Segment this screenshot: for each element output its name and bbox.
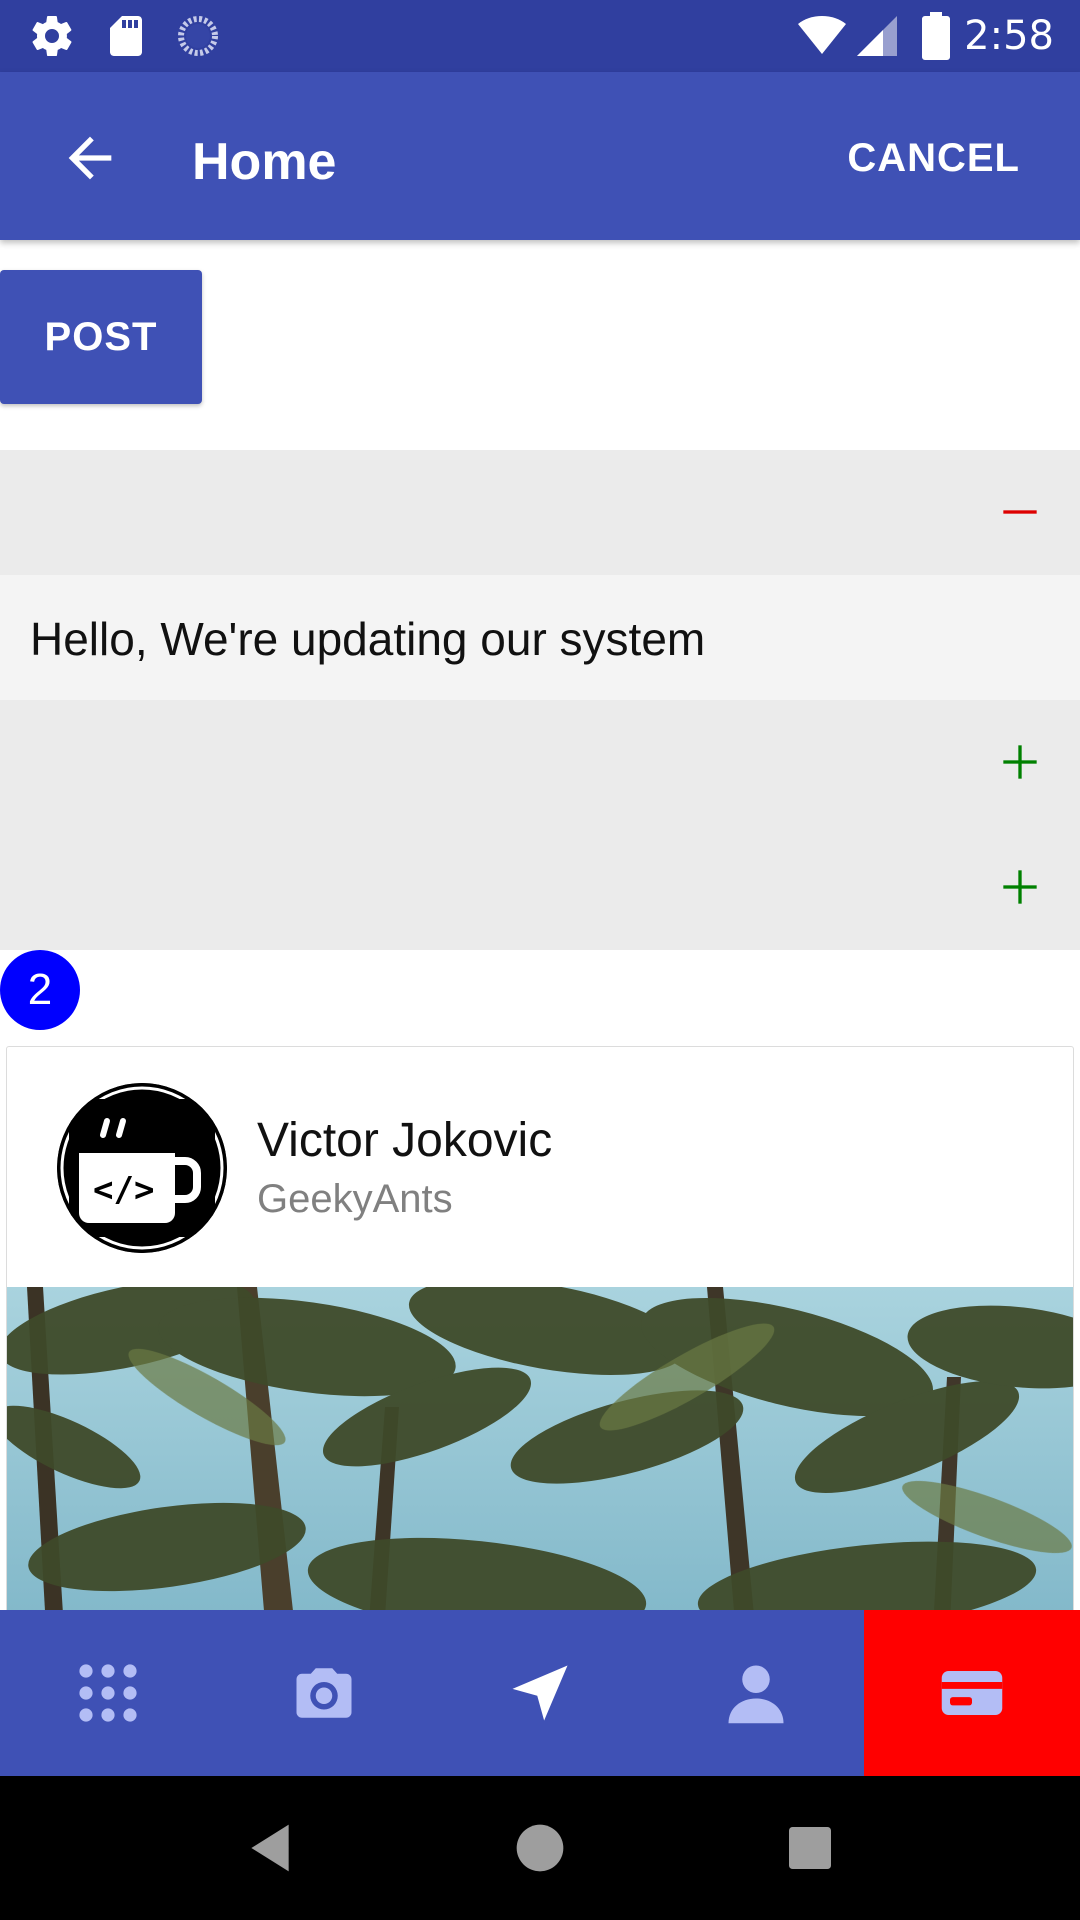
avatar: </> <box>57 1083 227 1253</box>
app-bar: Home CANCEL <box>0 72 1080 240</box>
palm-trees-illustration <box>7 1279 1073 1645</box>
accordion-content-1: Hello, We're updating our system <box>0 575 1080 700</box>
home-circle-icon[interactable] <box>512 1820 568 1876</box>
gear-icon <box>32 16 72 57</box>
accordion-header-2[interactable] <box>0 700 1080 825</box>
status-bar: 2:58 <box>0 0 1080 72</box>
tab-navigate[interactable] <box>432 1610 648 1776</box>
signal-icon <box>857 16 897 56</box>
person-icon <box>728 1665 784 1724</box>
sync-spinner-icon <box>178 16 218 56</box>
plus-icon <box>1003 745 1037 779</box>
minus-icon <box>1003 510 1037 514</box>
card-icon <box>941 1671 1003 1715</box>
card-name: Victor Jokovic <box>257 1114 553 1167</box>
recents-square-icon[interactable] <box>782 1820 838 1876</box>
plus-icon <box>1003 870 1037 904</box>
svg-text:</>: </> <box>93 1170 154 1210</box>
apps-grid-icon <box>79 1664 137 1722</box>
screen: 2:58 Home CANCEL POST Hello, We're updat… <box>0 0 1080 1920</box>
accordion-header-1[interactable] <box>0 450 1080 575</box>
post-button[interactable]: POST <box>0 270 202 404</box>
tab-camera[interactable] <box>216 1610 432 1776</box>
palm-trees-image <box>7 1279 1073 1645</box>
cancel-button[interactable]: CANCEL <box>847 132 1020 184</box>
count-badge: 2 <box>0 950 80 1030</box>
footer-tab-bar <box>0 1610 1080 1776</box>
tab-profile[interactable] <box>648 1610 864 1776</box>
tab-apps[interactable] <box>0 1610 216 1776</box>
wifi-icon <box>798 16 846 54</box>
coffee-code-icon: </> <box>57 1083 227 1253</box>
back-arrow-icon[interactable] <box>58 126 122 190</box>
accordion-content-text: Hello, We're updating our system <box>30 613 706 665</box>
camera-icon <box>296 1668 352 1718</box>
battery-icon <box>922 12 950 60</box>
card-subtitle: GeekyAnts <box>257 1177 453 1221</box>
navigate-icon <box>512 1665 568 1721</box>
tab-card[interactable] <box>864 1610 1080 1776</box>
profile-card: </> Victor Jokovic GeekyAnts <box>6 1046 1074 1646</box>
back-triangle-icon[interactable] <box>242 1820 298 1876</box>
status-time: 2:58 <box>964 13 1054 59</box>
accordion-header-3[interactable] <box>0 825 1080 950</box>
page-title: Home <box>192 133 337 191</box>
system-nav-bar <box>0 1776 1080 1920</box>
sd-card-icon <box>110 16 142 56</box>
